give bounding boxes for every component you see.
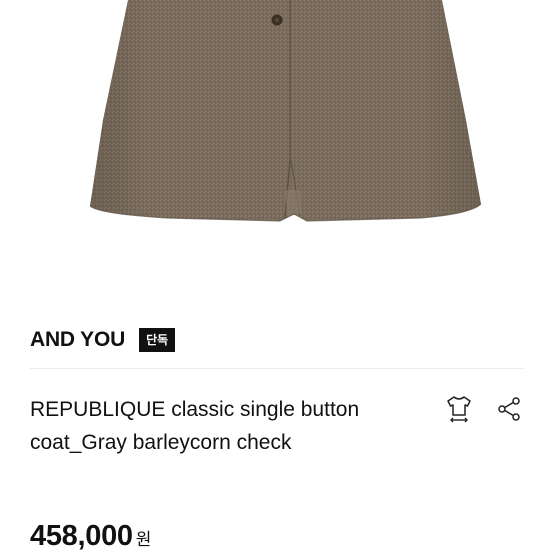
brand-name[interactable]: AND YOU [30,328,125,352]
product-actions [444,394,524,424]
price-currency: 원 [135,530,152,550]
share-button[interactable] [494,394,524,424]
size-guide-button[interactable] [444,394,474,424]
price-row: 458,000 원 [30,520,151,553]
product-image[interactable] [0,0,554,296]
tshirt-size-icon [447,396,471,423]
product-title: REPUBLIQUE classic single button coat_Gr… [30,398,360,454]
share-icon [498,397,520,421]
image-divider [0,296,554,297]
section-divider [30,368,524,369]
exclusive-badge: 단독 [139,328,176,352]
brand-row: AND YOU 단독 [30,326,176,354]
coat-photo [89,0,482,222]
price-value: 458,000 [30,520,133,552]
